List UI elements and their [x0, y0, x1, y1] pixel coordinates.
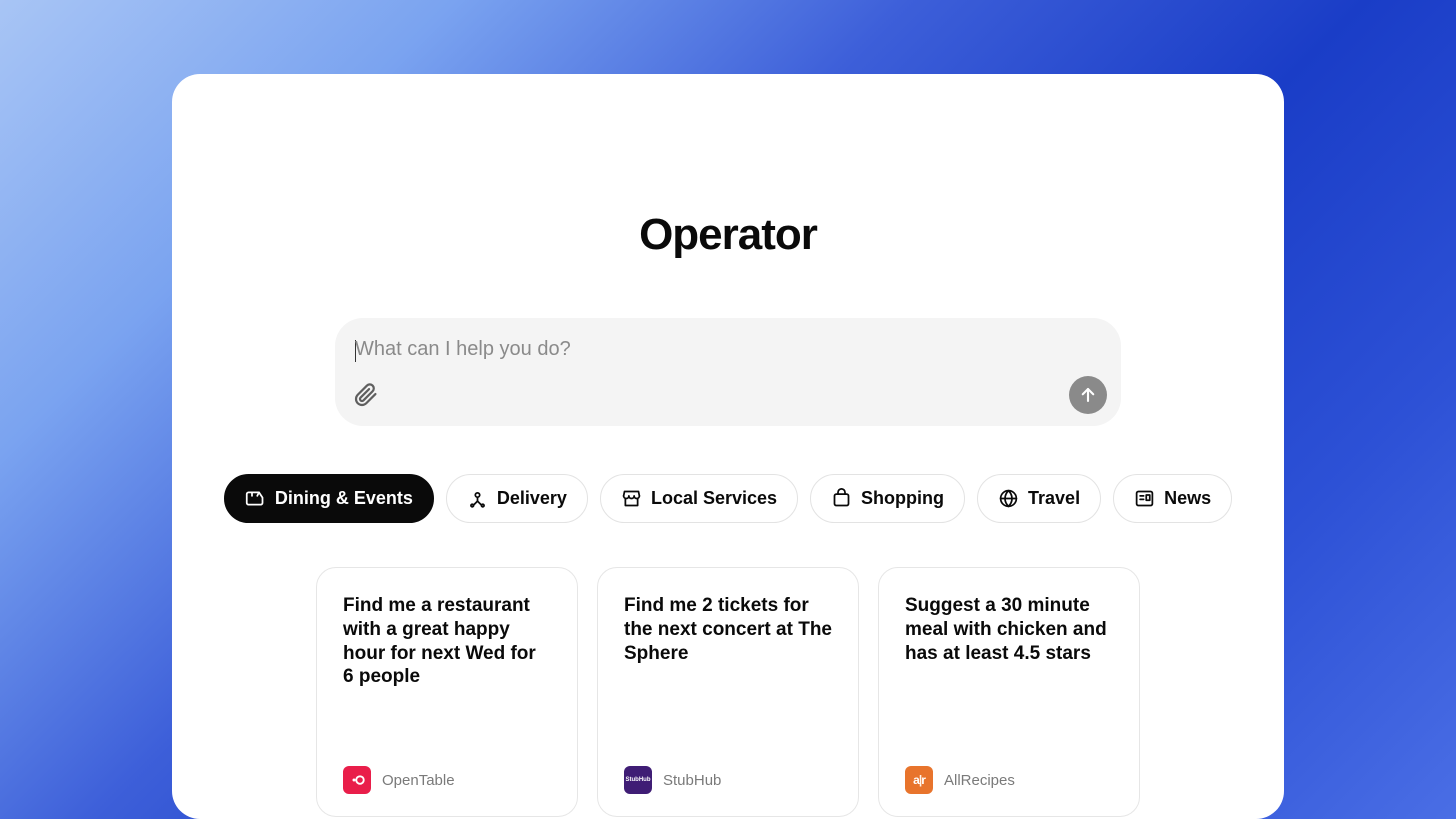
chip-label: Dining & Events: [275, 488, 413, 509]
stubhub-logo: StubHub: [624, 766, 652, 794]
send-button[interactable]: [1069, 376, 1107, 414]
news-icon: [1134, 488, 1155, 509]
chip-label: Travel: [1028, 488, 1080, 509]
card-footer: a|r AllRecipes: [905, 766, 1113, 794]
card-footer: StubHub StubHub: [624, 766, 832, 794]
app-title: Operator: [639, 210, 817, 260]
chip-label: News: [1164, 488, 1211, 509]
chip-local-services[interactable]: Local Services: [600, 474, 798, 523]
chip-shopping[interactable]: Shopping: [810, 474, 965, 523]
card-title: Find me 2 tickets for the next concert a…: [624, 594, 832, 665]
prompt-input-box[interactable]: [335, 318, 1121, 426]
card-title: Find me a restaurant with a great happy …: [343, 594, 551, 689]
content-area: Operator Dining & Events: [172, 74, 1284, 819]
chip-news[interactable]: News: [1113, 474, 1232, 523]
allrecipes-logo: a|r: [905, 766, 933, 794]
chip-dining-events[interactable]: Dining & Events: [224, 474, 434, 523]
input-toolbar: [351, 376, 1107, 414]
globe-icon: [998, 488, 1019, 509]
chip-label: Delivery: [497, 488, 567, 509]
card-title: Suggest a 30 minute meal with chicken an…: [905, 594, 1113, 665]
category-chips: Dining & Events Delivery Local Services …: [224, 474, 1232, 523]
card-source: StubHub: [663, 772, 721, 789]
chip-delivery[interactable]: Delivery: [446, 474, 588, 523]
arrow-up-icon: [1079, 386, 1097, 404]
paperclip-icon: [354, 383, 378, 407]
chip-travel[interactable]: Travel: [977, 474, 1101, 523]
store-icon: [621, 488, 642, 509]
ticket-icon: [245, 488, 266, 509]
prompt-input[interactable]: [355, 338, 1101, 361]
card-source: AllRecipes: [944, 772, 1015, 789]
card-source: OpenTable: [382, 772, 455, 789]
suggestion-card[interactable]: Find me 2 tickets for the next concert a…: [597, 567, 859, 817]
suggestion-card[interactable]: Find me a restaurant with a great happy …: [316, 567, 578, 817]
chip-label: Shopping: [861, 488, 944, 509]
delivery-icon: [467, 488, 488, 509]
opentable-logo: [343, 766, 371, 794]
attach-button[interactable]: [351, 380, 381, 410]
suggestion-cards: Find me a restaurant with a great happy …: [316, 567, 1140, 817]
chip-label: Local Services: [651, 488, 777, 509]
main-panel: Operator Dining & Events: [172, 74, 1284, 819]
bag-icon: [831, 488, 852, 509]
card-footer: OpenTable: [343, 766, 551, 794]
suggestion-card[interactable]: Suggest a 30 minute meal with chicken an…: [878, 567, 1140, 817]
